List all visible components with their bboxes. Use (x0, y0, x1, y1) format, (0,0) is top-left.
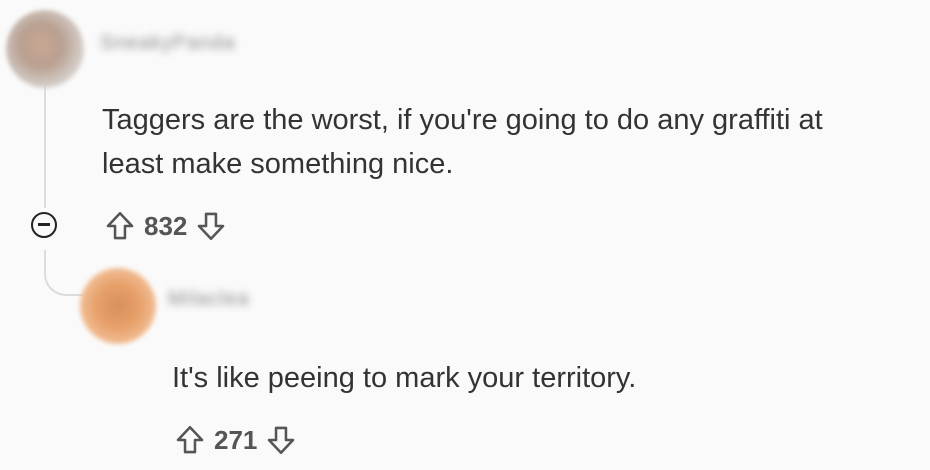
comment-body-line: least make something nice. (102, 148, 454, 180)
comment-thread: SneakyPanda Taggers are the worst, if yo… (0, 0, 930, 470)
arrow-down-icon (198, 212, 225, 241)
vote-bar: 832 (100, 206, 231, 246)
comment-body-line: Taggers are the worst, if you're going t… (102, 104, 823, 136)
vote-score: 832 (144, 210, 188, 241)
vote-bar: 271 (170, 420, 301, 460)
vote-score: 271 (214, 424, 258, 455)
avatar[interactable] (6, 10, 84, 88)
avatar[interactable] (80, 268, 156, 344)
thread-connector (44, 250, 84, 296)
upvote-button[interactable] (170, 420, 210, 460)
downvote-button[interactable] (261, 420, 301, 460)
arrow-down-icon (268, 426, 295, 455)
username[interactable]: Milaclea (168, 288, 249, 311)
minus-circle-icon (38, 223, 50, 226)
downvote-button[interactable] (191, 206, 231, 246)
thread-line[interactable] (44, 86, 46, 208)
arrow-up-icon (176, 425, 204, 454)
collapse-thread-button[interactable] (31, 212, 57, 238)
arrow-up-icon (106, 211, 134, 240)
upvote-button[interactable] (100, 206, 140, 246)
username[interactable]: SneakyPanda (100, 32, 236, 55)
comment-body: Taggers are the worst, if you're going t… (102, 98, 823, 186)
comment-body: It's like peeing to mark your territory. (172, 356, 636, 400)
comment-body-line: It's like peeing to mark your territory. (172, 362, 637, 394)
